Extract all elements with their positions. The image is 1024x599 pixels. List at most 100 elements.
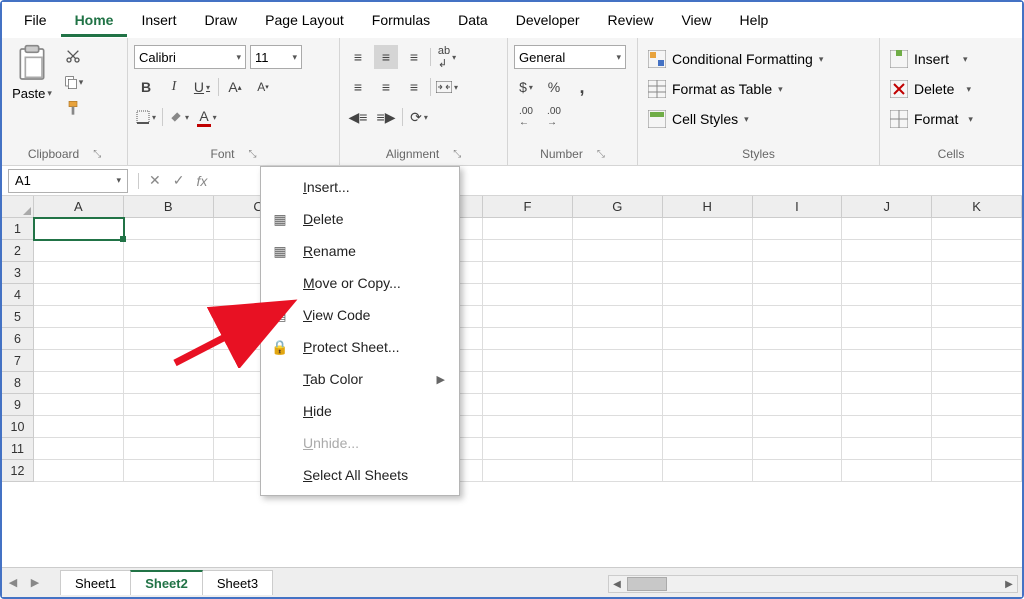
dialog-launcher-icon[interactable]: ⤡ <box>597 149 605 160</box>
cell[interactable] <box>124 416 214 438</box>
cell[interactable] <box>842 416 932 438</box>
cell[interactable] <box>34 240 124 262</box>
cell[interactable] <box>124 350 214 372</box>
cell[interactable] <box>842 460 932 482</box>
cell[interactable] <box>753 262 843 284</box>
cell[interactable] <box>34 328 124 350</box>
decrease-indent-button[interactable]: ◀≡ <box>346 105 370 129</box>
cell[interactable] <box>34 416 124 438</box>
percent-button[interactable]: % <box>542 75 566 99</box>
column-header[interactable]: F <box>483 196 573 218</box>
cell[interactable] <box>842 306 932 328</box>
cell[interactable] <box>753 328 843 350</box>
menu-view[interactable]: View <box>667 8 725 37</box>
cell[interactable] <box>573 262 663 284</box>
delete-cells-button[interactable]: Delete▾ <box>886 76 1016 102</box>
cell[interactable] <box>932 328 1022 350</box>
cell-styles-button[interactable]: Cell Styles▾ <box>644 106 873 132</box>
cell[interactable] <box>842 372 932 394</box>
ctx-rename[interactable]: ▦Rename <box>261 235 459 267</box>
cell[interactable] <box>663 460 753 482</box>
decrease-decimal-button[interactable]: .00→ <box>542 105 566 129</box>
column-header[interactable]: B <box>124 196 214 218</box>
cell[interactable] <box>663 394 753 416</box>
fill-color-button[interactable] <box>167 105 191 129</box>
align-middle-button[interactable]: ≡ <box>374 45 398 69</box>
format-painter-button[interactable] <box>62 98 84 118</box>
select-all-cells[interactable] <box>2 196 34 218</box>
cell[interactable] <box>663 306 753 328</box>
cell[interactable] <box>483 306 573 328</box>
cell[interactable] <box>932 416 1022 438</box>
cell[interactable] <box>483 284 573 306</box>
column-header[interactable]: I <box>753 196 843 218</box>
cell[interactable] <box>124 218 214 240</box>
align-top-button[interactable]: ≡ <box>346 45 370 69</box>
cell[interactable] <box>932 262 1022 284</box>
cell[interactable] <box>753 350 843 372</box>
cell[interactable] <box>34 438 124 460</box>
cell[interactable] <box>573 372 663 394</box>
cell[interactable] <box>34 262 124 284</box>
merge-button[interactable] <box>435 75 459 99</box>
cell[interactable] <box>573 240 663 262</box>
italic-button[interactable]: I <box>162 75 186 99</box>
decrease-font-button[interactable]: A▾ <box>251 75 275 99</box>
row-header[interactable]: 10 <box>2 416 34 438</box>
cell[interactable] <box>663 262 753 284</box>
format-cells-button[interactable]: Format▾ <box>886 106 1016 132</box>
column-header[interactable]: H <box>663 196 753 218</box>
cell[interactable] <box>124 438 214 460</box>
menu-help[interactable]: Help <box>726 8 783 37</box>
cell[interactable] <box>753 416 843 438</box>
ctx-select-all-sheets[interactable]: Select All Sheets <box>261 459 459 491</box>
cell[interactable] <box>573 306 663 328</box>
cell[interactable] <box>842 240 932 262</box>
accounting-button[interactable]: $ <box>514 75 538 99</box>
align-center-button[interactable]: ≡ <box>374 75 398 99</box>
cell[interactable] <box>483 394 573 416</box>
cell[interactable] <box>932 240 1022 262</box>
cell[interactable] <box>34 306 124 328</box>
paste-button[interactable]: Paste▾ <box>8 42 58 101</box>
tab-scroll-left[interactable]: ◀ <box>2 576 24 589</box>
cell[interactable] <box>932 372 1022 394</box>
cell[interactable] <box>932 438 1022 460</box>
cell[interactable] <box>932 460 1022 482</box>
cell[interactable] <box>483 328 573 350</box>
horizontal-scrollbar[interactable]: ◀▶ <box>608 575 1018 593</box>
cell[interactable] <box>34 372 124 394</box>
cell[interactable] <box>842 218 932 240</box>
align-left-button[interactable]: ≡ <box>346 75 370 99</box>
cell[interactable] <box>842 438 932 460</box>
ctx-insert[interactable]: Insert... <box>261 171 459 203</box>
menu-developer[interactable]: Developer <box>502 8 594 37</box>
cell[interactable] <box>483 438 573 460</box>
cell[interactable] <box>573 284 663 306</box>
cell[interactable] <box>663 218 753 240</box>
row-header[interactable]: 9 <box>2 394 34 416</box>
cell[interactable] <box>932 394 1022 416</box>
cell[interactable] <box>34 284 124 306</box>
font-name-combo[interactable]: Calibri▾ <box>134 45 246 69</box>
cell[interactable] <box>483 460 573 482</box>
cell[interactable] <box>753 240 843 262</box>
cell[interactable] <box>932 350 1022 372</box>
underline-button[interactable]: U <box>190 75 214 99</box>
align-bottom-button[interactable]: ≡ <box>402 45 426 69</box>
copy-button[interactable]: ▾ <box>62 72 84 92</box>
cell[interactable] <box>483 372 573 394</box>
menu-insert[interactable]: Insert <box>127 8 190 37</box>
ctx-move-or-copy[interactable]: Move or Copy... <box>261 267 459 299</box>
cell[interactable] <box>753 372 843 394</box>
cut-button[interactable] <box>62 46 84 66</box>
cell[interactable] <box>483 218 573 240</box>
sheet-tab[interactable]: Sheet3 <box>202 570 273 595</box>
cell[interactable] <box>663 416 753 438</box>
tab-scroll-right[interactable]: ▶ <box>24 576 46 589</box>
cell[interactable] <box>124 460 214 482</box>
borders-button[interactable] <box>134 105 158 129</box>
row-header[interactable]: 6 <box>2 328 34 350</box>
cell[interactable] <box>663 328 753 350</box>
cell[interactable] <box>483 262 573 284</box>
